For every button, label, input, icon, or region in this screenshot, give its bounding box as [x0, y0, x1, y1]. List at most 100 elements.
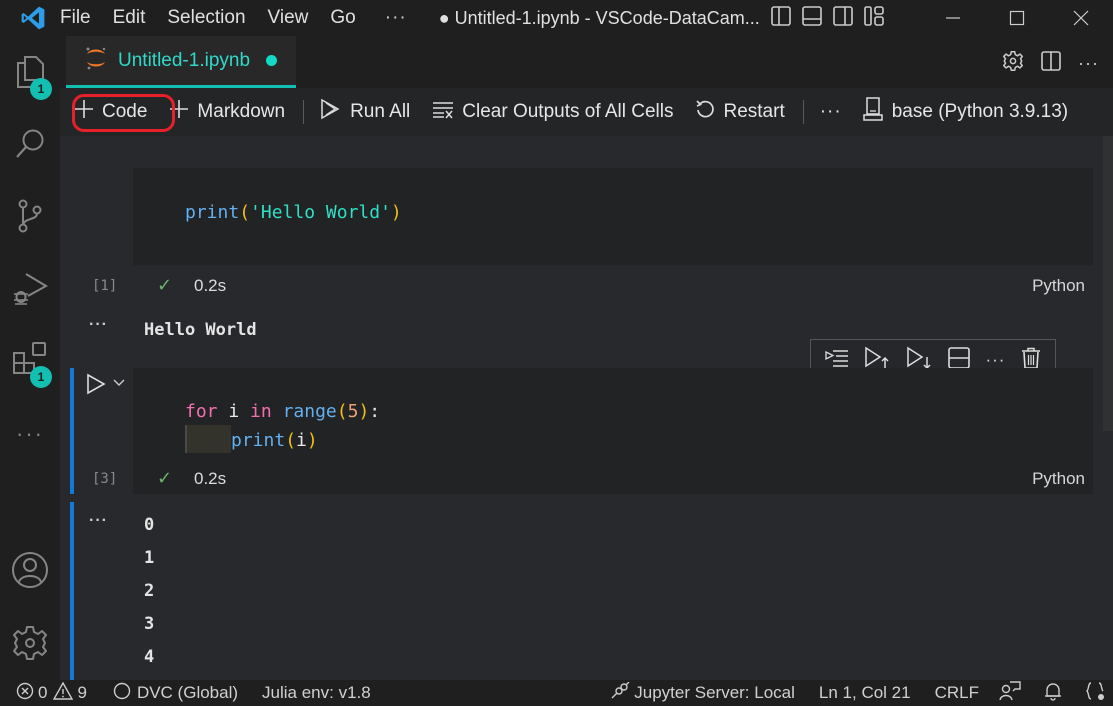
add-code-cell-button[interactable]: Code: [74, 99, 147, 125]
status-bar: 0 9 DVC (Global) Julia env: v1.8 Jupyter…: [0, 680, 1113, 706]
feedback-person-icon: [999, 680, 1021, 706]
cell-output: Hello World: [144, 320, 257, 340]
clear-all-label: Clear Outputs of All Cells: [462, 101, 674, 122]
editor-more-actions-button[interactable]: ···: [1078, 53, 1099, 74]
explorer-badge: 1: [30, 78, 52, 100]
search-icon: [13, 127, 47, 166]
error-count: 0: [38, 683, 48, 702]
dvc-status[interactable]: DVC (Global): [113, 682, 238, 705]
cell-more-actions-button[interactable]: ···: [985, 350, 1005, 370]
indent-guide: [185, 425, 231, 453]
menu-view[interactable]: View: [257, 0, 320, 36]
toggle-primary-sidebar-icon[interactable]: [770, 5, 792, 32]
split-editor-icon[interactable]: [1040, 50, 1062, 77]
paren: (: [285, 430, 297, 451]
cell-language-button[interactable]: Python: [1032, 469, 1085, 489]
notebook-toolbar: Code Markdown Run All Clear Outputs of A…: [60, 88, 1113, 136]
live-share-feedback-button[interactable]: [999, 680, 1021, 706]
menu-more-button[interactable]: ···: [367, 7, 427, 29]
jupyter-icon: [84, 46, 108, 75]
close-button[interactable]: [1049, 0, 1113, 36]
toggle-secondary-sidebar-icon[interactable]: [832, 5, 854, 32]
output-actions-button[interactable]: ···: [89, 512, 108, 530]
run-cell-button[interactable]: [86, 373, 106, 400]
toolbar-divider: [303, 100, 305, 124]
success-check-icon: ✓: [157, 275, 173, 295]
code-text: print('Hello World'): [185, 202, 402, 223]
activity-more-button[interactable]: ···: [0, 410, 60, 458]
maximize-button[interactable]: [985, 0, 1049, 36]
activity-extensions[interactable]: 1: [0, 338, 60, 388]
customize-layout-icon[interactable]: [863, 5, 885, 32]
add-markdown-label: Markdown: [197, 101, 286, 122]
notebook-settings-gear-icon[interactable]: [1002, 50, 1024, 77]
activity-explorer[interactable]: 1: [0, 50, 60, 100]
plus-icon: [74, 99, 102, 125]
execution-duration: 0.2s: [194, 469, 227, 488]
run-all-button[interactable]: Run All: [320, 98, 410, 126]
tab-label: Untitled-1.ipynb: [118, 49, 251, 71]
play-icon: [86, 373, 106, 399]
tab-untitled-1[interactable]: Untitled-1.ipynb: [66, 36, 296, 88]
code-line-2: print(i): [185, 425, 318, 453]
toggle-panel-icon[interactable]: [801, 5, 823, 32]
modified-indicator-icon[interactable]: [266, 55, 278, 66]
clear-all-outputs-button[interactable]: Clear Outputs of All Cells: [432, 99, 673, 125]
bell-icon: [1043, 681, 1063, 706]
menu-file[interactable]: File: [60, 0, 102, 36]
code-cell-2-editor[interactable]: for i in range(5): print(i): [133, 368, 1093, 494]
code-cell-1-editor[interactable]: print('Hello World'): [133, 168, 1093, 265]
output-focus-indicator: [70, 502, 74, 680]
menu-edit[interactable]: Edit: [102, 0, 157, 36]
execution-count: [3]: [92, 471, 118, 487]
cell-language-button[interactable]: Python: [1032, 276, 1085, 296]
menu-selection[interactable]: Selection: [156, 0, 256, 36]
restart-kernel-button[interactable]: Restart: [695, 99, 785, 125]
problems-indicator[interactable]: 0 9: [16, 681, 87, 705]
server-environment-icon: [862, 97, 892, 127]
plus-icon: [169, 99, 197, 125]
activity-bar: 1 1 ···: [0, 36, 60, 680]
run-all-label: Run All: [350, 101, 411, 122]
keyword: for: [185, 401, 218, 422]
add-code-label: Code: [102, 101, 148, 122]
end-of-line-sequence[interactable]: CRLF: [935, 683, 979, 703]
success-check-icon: ✓: [157, 468, 173, 488]
activity-source-control[interactable]: [0, 194, 60, 242]
restart-icon: [695, 99, 723, 125]
vscode-logo-icon: [0, 0, 66, 36]
notifications-button[interactable]: [1043, 681, 1063, 706]
activity-manage[interactable]: [0, 621, 60, 669]
cursor-position[interactable]: Ln 1, Col 21: [819, 683, 911, 703]
kernel-picker-button[interactable]: base (Python 3.9.13): [862, 97, 1068, 127]
execute-options-button[interactable]: [112, 376, 126, 394]
window-title: ● Untitled-1.ipynb - VSCode-DataCam...: [438, 7, 760, 28]
dvc-label: DVC (Global): [136, 683, 239, 702]
minimize-button[interactable]: [921, 0, 985, 36]
menu-go[interactable]: Go: [319, 0, 366, 36]
activity-accounts[interactable]: [0, 548, 60, 596]
string-literal: 'Hello World': [250, 202, 391, 223]
tab-bar: Untitled-1.ipynb ···: [60, 36, 1113, 88]
paren: ): [390, 202, 402, 223]
add-markdown-cell-button[interactable]: Markdown: [169, 99, 285, 125]
restart-label: Restart: [723, 101, 785, 122]
gear-icon: [11, 624, 49, 667]
cell-output-line: 0: [144, 515, 155, 535]
jupyter-server-status[interactable]: Jupyter Server: Local: [610, 681, 795, 705]
activity-search[interactable]: [0, 122, 60, 170]
function-name: print: [231, 430, 286, 451]
toolbar-more-button[interactable]: ···: [820, 101, 842, 123]
plug-link-icon: [610, 681, 630, 705]
activity-run-and-debug[interactable]: [0, 266, 60, 314]
language-status-button[interactable]: [1085, 681, 1107, 706]
julia-env-status[interactable]: Julia env: v1.8: [262, 683, 371, 703]
extensions-badge: 1: [30, 366, 52, 388]
vertical-scrollbar[interactable]: [1103, 136, 1113, 431]
chevron-down-icon: [112, 376, 126, 393]
paren: (: [239, 202, 251, 223]
notebook-editor: Untitled-1.ipynb ··· Code Markdown Run A…: [60, 36, 1113, 680]
output-actions-button[interactable]: ···: [89, 316, 108, 334]
cell-focus-indicator: [70, 368, 74, 494]
clear-all-icon: [432, 99, 462, 125]
